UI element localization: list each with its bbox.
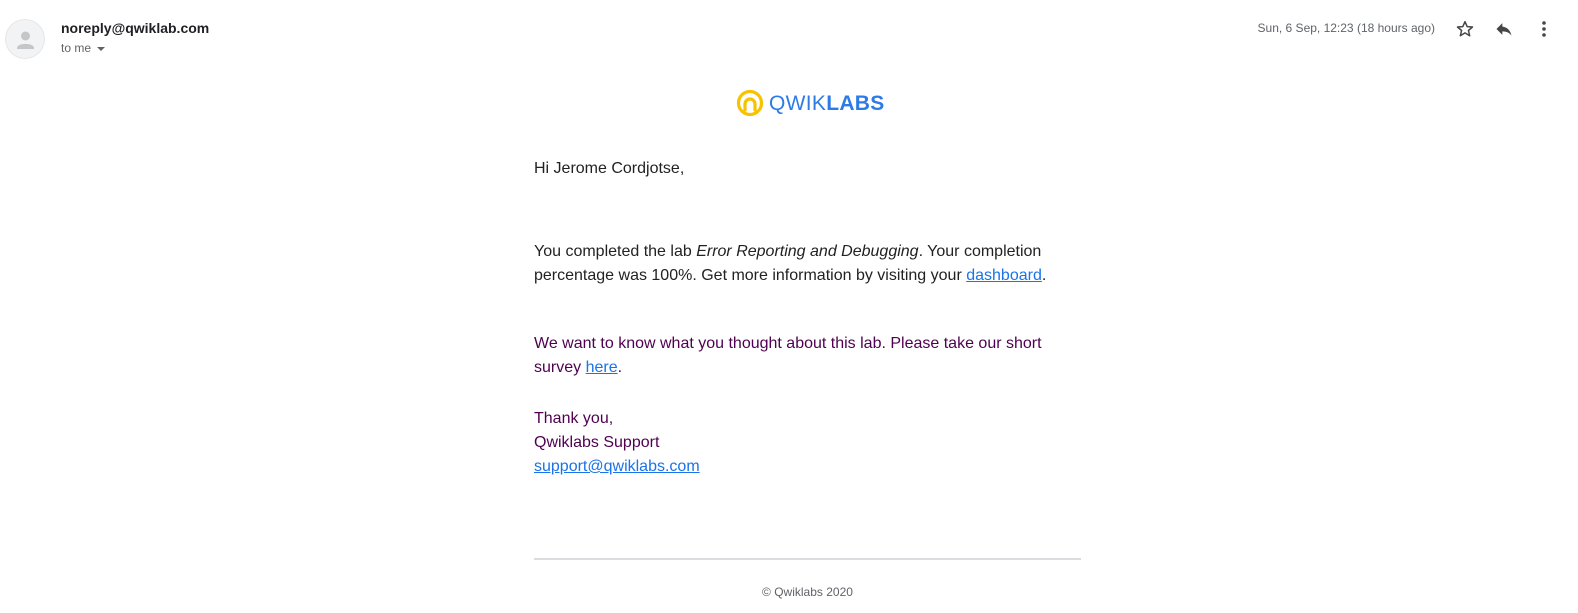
logo-text-light: QWIK bbox=[769, 91, 827, 115]
more-options-button[interactable] bbox=[1529, 14, 1559, 44]
completion-text-end: . bbox=[1041, 267, 1047, 284]
qwiklabs-logo-icon bbox=[736, 89, 764, 117]
support-email-link[interactable]: support@qwiklabs.com bbox=[534, 458, 700, 475]
caret-down-icon bbox=[96, 41, 106, 55]
email-view: noreply@qwiklab.com to me Sun, 6 Sep, 12… bbox=[0, 0, 1578, 613]
signoff-thanks: Thank you, bbox=[534, 410, 614, 427]
more-vertical-icon bbox=[1542, 21, 1546, 37]
person-icon bbox=[17, 31, 34, 49]
logo-wordmark: QWIKLABS bbox=[769, 93, 885, 114]
lab-name: Error Reporting and Debugging bbox=[696, 243, 919, 260]
email-timestamp: Sun, 6 Sep, 12:23 (18 hours ago) bbox=[1257, 21, 1435, 35]
greeting: Hi Jerome Cordjotse, bbox=[534, 160, 685, 177]
survey-paragraph: We want to know what you thought about t… bbox=[534, 332, 1079, 380]
reply-button[interactable] bbox=[1489, 14, 1519, 44]
footer-divider bbox=[534, 558, 1081, 560]
star-button[interactable] bbox=[1450, 14, 1480, 44]
star-icon bbox=[1456, 20, 1474, 37]
completion-paragraph: You completed the lab Error Reporting an… bbox=[534, 240, 1079, 288]
logo-text-bold: LABS bbox=[826, 91, 885, 115]
completion-text-start: You completed the lab bbox=[534, 243, 697, 260]
signoff-team: Qwiklabs Support bbox=[534, 434, 660, 451]
dashboard-link[interactable]: dashboard bbox=[966, 267, 1042, 284]
survey-link[interactable]: here bbox=[586, 359, 618, 376]
recipient-details-toggle[interactable]: to me bbox=[61, 41, 106, 55]
sender-avatar[interactable] bbox=[5, 19, 45, 59]
qwiklabs-logo: QWIKLABS bbox=[736, 88, 885, 118]
footer-copyright: © Qwiklabs 2020 bbox=[762, 585, 853, 599]
sender-address[interactable]: noreply@qwiklab.com bbox=[61, 20, 209, 36]
reply-icon bbox=[1496, 23, 1512, 36]
signoff: Thank you, Qwiklabs Support support@qwik… bbox=[534, 407, 1079, 479]
recipient-label: to me bbox=[61, 41, 92, 55]
survey-text-end: . bbox=[617, 359, 623, 376]
